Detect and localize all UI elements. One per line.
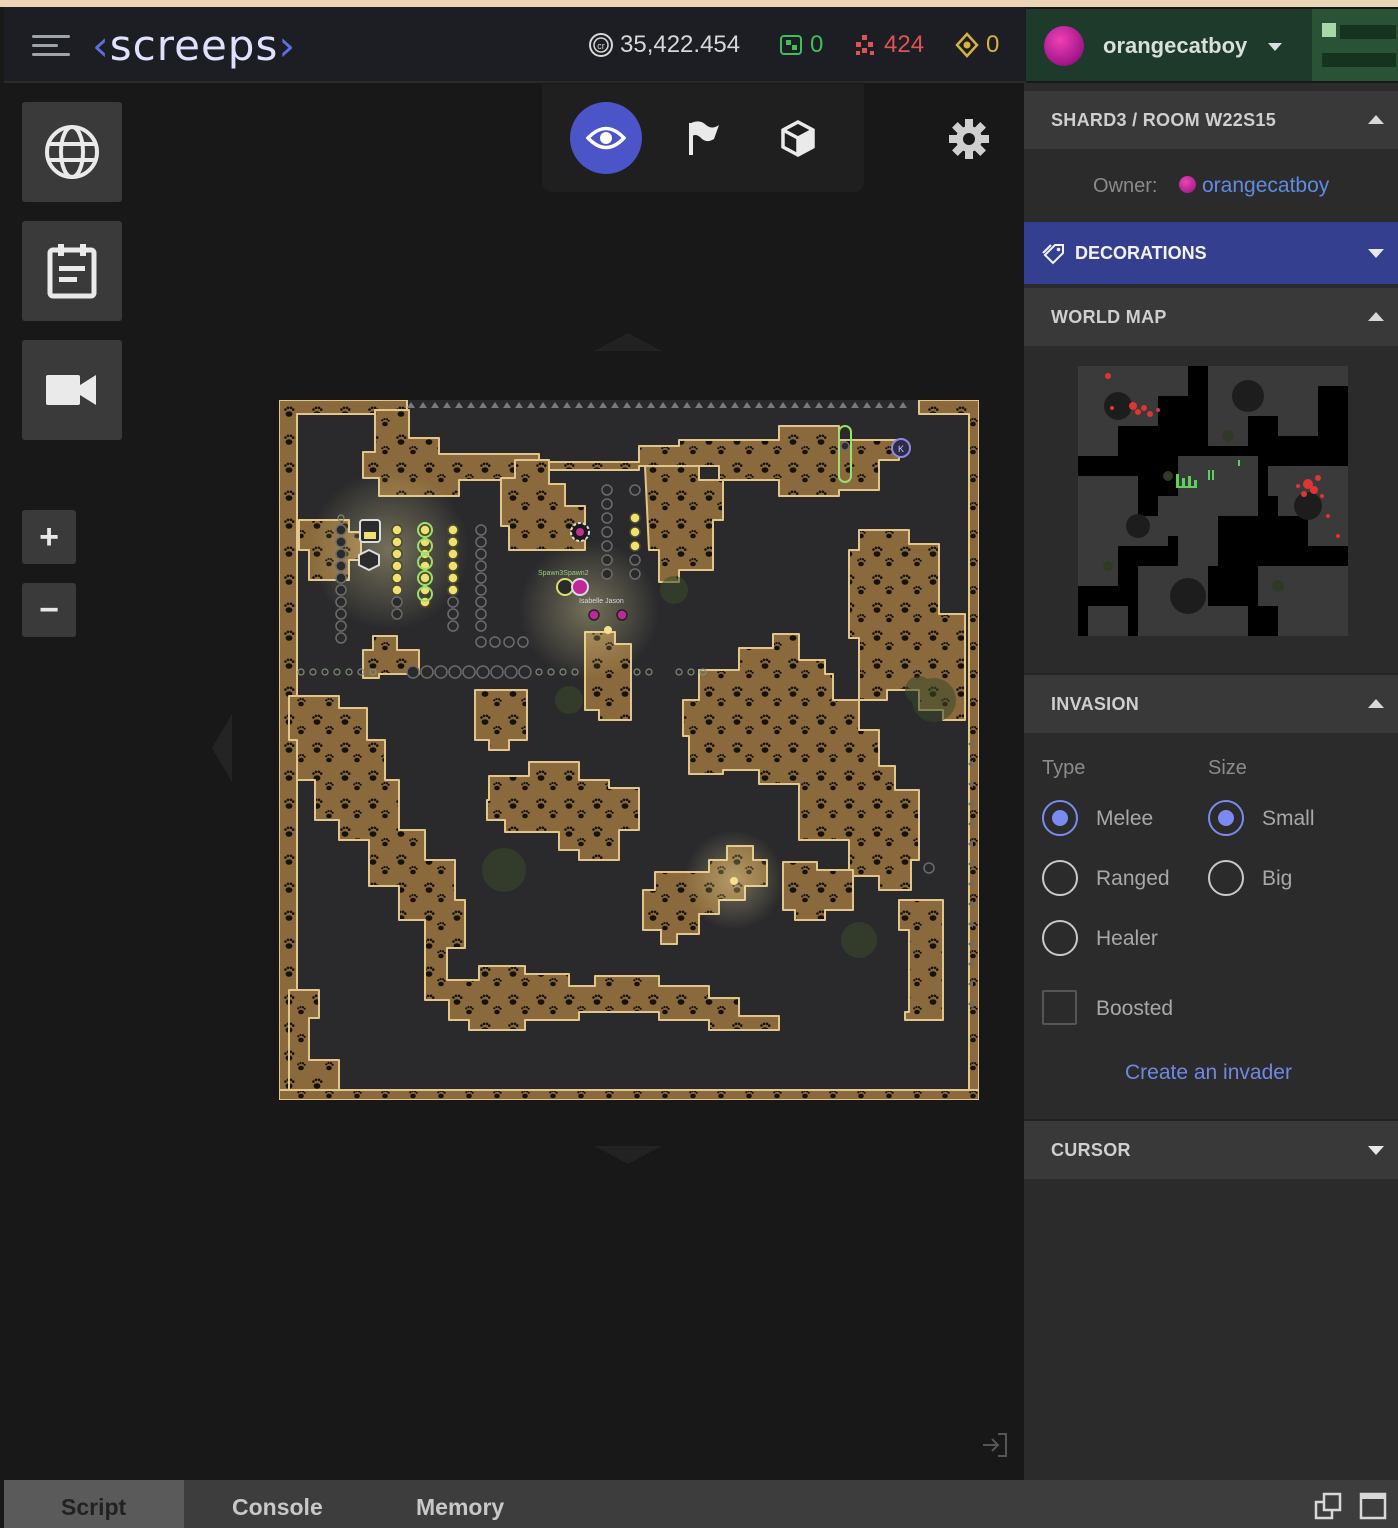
- access-keys-stat[interactable]: 0: [954, 31, 999, 59]
- gear-icon[interactable]: [948, 118, 990, 160]
- collapse-icon: [1368, 115, 1384, 124]
- user-menu[interactable]: orangecatboy: [1026, 9, 1312, 81]
- type-healer-label[interactable]: Healer: [1096, 927, 1158, 951]
- overview-button[interactable]: [22, 221, 122, 321]
- room-map[interactable]: Spawn3Spawn2 Isabelle Jason K: [278, 399, 980, 1101]
- bottom-tab-bar: Script Console Memory: [4, 1480, 1398, 1528]
- maximize-icon[interactable]: [1359, 1492, 1387, 1520]
- flag-icon: [689, 121, 719, 155]
- navigate-south-arrow[interactable]: [594, 1146, 662, 1164]
- size-big-label[interactable]: Big: [1262, 867, 1292, 891]
- pixels-stat[interactable]: 424: [852, 31, 924, 59]
- chevron-down-icon: [1268, 43, 1282, 51]
- credits-value: 35,422.454: [620, 31, 741, 58]
- credits-stat[interactable]: cr 35,422.454: [588, 31, 740, 59]
- svg-text:cr: cr: [597, 41, 605, 51]
- flag-mode-button[interactable]: [668, 102, 740, 174]
- right-panel: SHARD3 / ROOM W22S15 Owner: orangecatboy…: [1024, 83, 1398, 1480]
- boosted-label[interactable]: Boosted: [1096, 997, 1173, 1021]
- owner-avatar: [1179, 176, 1196, 193]
- tab-console-label: Console: [232, 1494, 323, 1520]
- expand-icon: [1368, 249, 1384, 258]
- owner-link[interactable]: orangecatboy: [1202, 174, 1329, 198]
- access-keys-value: 0: [986, 31, 1000, 58]
- navigate-north-arrow[interactable]: [594, 333, 662, 351]
- globe-icon: [45, 125, 99, 179]
- expand-icon: [1368, 1146, 1384, 1155]
- tab-memory[interactable]: Memory: [368, 1480, 552, 1528]
- eye-icon: [586, 126, 626, 150]
- hamburger-menu-icon[interactable]: [32, 33, 70, 59]
- boosted-checkbox[interactable]: [1042, 990, 1077, 1025]
- view-mode-button[interactable]: [570, 102, 642, 174]
- top-header: ‹screeps› cr 35,422.454 0 424 0: [4, 7, 1026, 83]
- size-small-radio[interactable]: [1208, 800, 1244, 836]
- invasion-section-header[interactable]: INVASION: [1024, 675, 1398, 733]
- world-map-title: WORLD MAP: [1051, 307, 1167, 327]
- world-map-button[interactable]: [22, 102, 122, 202]
- cursor-section-header[interactable]: CURSOR: [1024, 1121, 1398, 1179]
- logo-text: screeps: [109, 21, 279, 70]
- sign-in-icon[interactable]: [980, 1430, 1010, 1460]
- construct-mode-button[interactable]: [762, 102, 834, 174]
- pixels-icon: [856, 35, 874, 55]
- cube-icon: [781, 120, 815, 157]
- camera-icon: [46, 375, 96, 405]
- invasion-title: INVASION: [1051, 694, 1140, 714]
- creep-labels: Isabelle Jason: [579, 598, 624, 605]
- world-map-section-header[interactable]: WORLD MAP: [1024, 288, 1398, 346]
- zoom-in-button[interactable]: +: [22, 510, 76, 564]
- size-small-label[interactable]: Small: [1262, 807, 1315, 831]
- tab-console[interactable]: Console: [184, 1480, 368, 1528]
- tab-script[interactable]: Script: [4, 1480, 184, 1528]
- room-section-header[interactable]: SHARD3 / ROOM W22S15: [1024, 91, 1398, 149]
- popout-icon[interactable]: [1314, 1492, 1342, 1520]
- replay-button[interactable]: [22, 340, 122, 440]
- calendar-icon: [47, 244, 97, 299]
- type-ranged-label[interactable]: Ranged: [1096, 867, 1170, 891]
- cpu-unlock-stat[interactable]: 0: [778, 31, 823, 59]
- type-melee-radio[interactable]: [1042, 800, 1078, 836]
- size-label: Size: [1208, 757, 1247, 779]
- pixels-value: 424: [884, 31, 925, 58]
- access-key-icon: [955, 32, 979, 58]
- navigate-west-arrow[interactable]: [212, 714, 232, 782]
- type-healer-radio[interactable]: [1042, 920, 1078, 956]
- size-big-radio[interactable]: [1208, 860, 1244, 896]
- controller-marker: K: [898, 444, 904, 454]
- cpu-unlock-value: 0: [810, 31, 824, 58]
- decorations-section-header[interactable]: DECORATIONS: [1024, 222, 1398, 284]
- decorations-icon: [1042, 244, 1064, 265]
- room-title: SHARD3 / ROOM W22S15: [1051, 110, 1277, 130]
- collapse-icon: [1368, 312, 1384, 321]
- zoom-out-button[interactable]: −: [22, 583, 76, 637]
- tab-script-label: Script: [61, 1494, 127, 1520]
- world-minimap[interactable]: [1078, 366, 1348, 636]
- cpu-usage-indicator[interactable]: [1312, 9, 1398, 81]
- collapse-icon: [1368, 699, 1384, 708]
- world-minimap-canvas: [1078, 366, 1348, 636]
- logo[interactable]: ‹screeps›: [92, 21, 296, 70]
- cpu-unlock-icon: [780, 35, 802, 55]
- username: orangecatboy: [1103, 33, 1248, 58]
- room-terrain[interactable]: Spawn3Spawn2 Isabelle Jason K: [278, 399, 980, 1101]
- spawn-labels: Spawn3Spawn2: [538, 570, 589, 577]
- view-mode-bar: [542, 84, 864, 192]
- window-top-edge: [0, 0, 1398, 7]
- type-label: Type: [1042, 757, 1086, 779]
- type-melee-label[interactable]: Melee: [1096, 807, 1153, 831]
- create-invader-link[interactable]: Create an invader: [1125, 1061, 1292, 1085]
- type-ranged-radio[interactable]: [1042, 860, 1078, 896]
- owner-label: Owner:: [1093, 175, 1158, 197]
- credits-icon: cr: [589, 33, 613, 57]
- tab-memory-label: Memory: [416, 1494, 505, 1520]
- decorations-title: DECORATIONS: [1075, 243, 1207, 263]
- cursor-title: CURSOR: [1051, 1140, 1131, 1160]
- avatar: [1044, 26, 1084, 66]
